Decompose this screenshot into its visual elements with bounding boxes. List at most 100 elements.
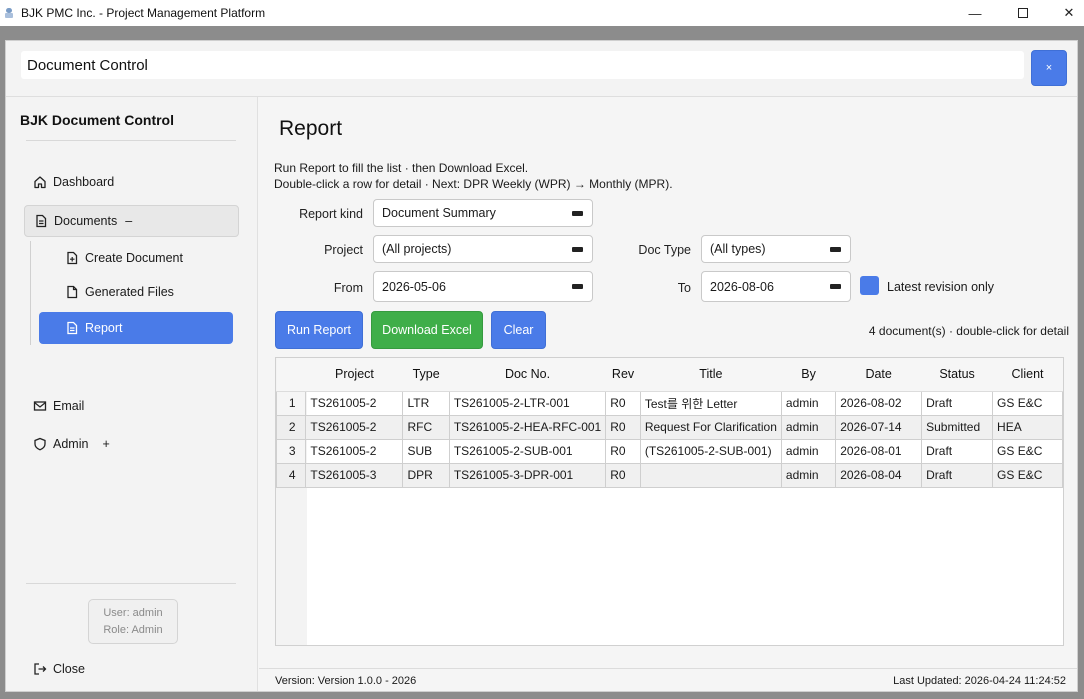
document-control-dialog: Document Control × BJK Document Control … <box>5 40 1078 692</box>
sidebar-brand: BJK Document Control <box>20 112 174 128</box>
sidebar-item-label: Email <box>53 399 85 413</box>
doc-type-select[interactable]: (All types) <box>701 235 851 263</box>
doc-type-value: (All types) <box>710 242 766 256</box>
project-value: (All projects) <box>382 242 452 256</box>
project-label: Project <box>324 243 363 257</box>
window-close-button[interactable]: ✕ <box>1046 0 1084 26</box>
column-header-status[interactable]: Status <box>921 358 993 392</box>
table-header-row: Project Type Doc No. Rev Title By Date S… <box>276 358 1063 392</box>
column-header-doc-no[interactable]: Doc No. <box>449 358 606 392</box>
cell-by: admin <box>780 438 837 464</box>
user-name: User: admin <box>103 606 163 619</box>
cell-rev: R0 <box>605 390 641 416</box>
sidebar-item-label: Admin <box>53 437 89 451</box>
close-button[interactable]: Close <box>33 662 85 676</box>
run-report-button[interactable]: Run Report <box>275 311 363 349</box>
sidebar-item-label: Generated Files <box>85 285 174 299</box>
cell-status: Draft <box>921 462 994 488</box>
dropdown-icon <box>572 247 583 252</box>
sidebar-item-documents[interactable]: Documents – <box>24 205 239 237</box>
sidebar-item-label: Create Document <box>85 251 183 265</box>
table-row[interactable]: 1 TS261005-2 LTR TS261005-2-LTR-001 R0 T… <box>276 390 1063 416</box>
column-header-client[interactable]: Client <box>992 358 1063 392</box>
document-icon <box>34 214 48 228</box>
dialog-title: Document Control <box>21 51 1024 79</box>
column-header-type[interactable]: Type <box>402 358 450 392</box>
row-number: 1 <box>276 390 307 416</box>
report-kind-select[interactable]: Document Summary <box>373 199 593 227</box>
cell-client: GS E&C <box>992 438 1063 464</box>
table-row[interactable]: 3 TS261005-2 SUB TS261005-2-SUB-001 R0 (… <box>276 438 1063 464</box>
last-updated-text: Last Updated: 2026-04-24 11:24:52 <box>893 675 1066 687</box>
dialog-close-button[interactable]: × <box>1031 50 1067 86</box>
report-table[interactable]: Project Type Doc No. Rev Title By Date S… <box>275 357 1064 646</box>
close-label: Close <box>53 662 85 676</box>
cell-type: DPR <box>402 462 450 488</box>
footer: Version: Version 1.0.0 - 2026 Last Updat… <box>259 668 1077 691</box>
cell-type: SUB <box>402 438 450 464</box>
column-header-project[interactable]: Project <box>305 358 403 392</box>
clear-button[interactable]: Clear <box>491 311 546 349</box>
cell-date: 2026-08-04 <box>835 462 923 488</box>
report-kind-label: Report kind <box>299 207 363 221</box>
from-date-picker[interactable]: 2026-05-06 <box>373 271 593 302</box>
cell-client: GS E&C <box>992 390 1063 416</box>
cell-by: admin <box>780 414 837 440</box>
cell-project: TS261005-2 <box>305 414 404 440</box>
sidebar-item-admin[interactable]: Admin + <box>33 437 110 451</box>
cell-client: HEA <box>992 414 1063 440</box>
column-header-title[interactable]: Title <box>640 358 782 392</box>
sidebar-divider <box>26 140 236 141</box>
sidebar-item-label: Report <box>85 321 123 335</box>
sidebar-item-create-document[interactable]: Create Document <box>65 251 183 265</box>
column-header-by[interactable]: By <box>781 358 836 392</box>
latest-revision-checkbox[interactable] <box>860 276 879 295</box>
help-text-line-2: Double-click a row for detail · Next: DP… <box>274 177 673 191</box>
cell-type: LTR <box>402 390 450 416</box>
submenu-guide-line <box>30 241 31 345</box>
column-header-date[interactable]: Date <box>835 358 922 392</box>
document-count: 4 document(s) · double-click for detail <box>868 324 1069 338</box>
cell-rev: R0 <box>605 414 641 440</box>
cell-project: TS261005-3 <box>305 462 404 488</box>
to-date-picker[interactable]: 2026-08-06 <box>701 271 851 302</box>
report-icon <box>65 321 79 335</box>
from-label: From <box>333 281 363 295</box>
cell-status: Submitted <box>921 414 994 440</box>
mail-icon <box>33 399 47 413</box>
download-excel-button[interactable]: Download Excel <box>371 311 483 349</box>
sidebar-item-label: Dashboard <box>53 175 115 189</box>
cell-rev: R0 <box>605 462 641 488</box>
row-number: 4 <box>276 462 307 488</box>
cell-status: Draft <box>921 438 994 464</box>
sidebar-item-email[interactable]: Email <box>33 399 84 413</box>
cell-by: admin <box>780 390 837 416</box>
table-row[interactable]: 4 TS261005-3 DPR TS261005-3-DPR-001 R0 a… <box>276 462 1063 488</box>
cell-date: 2026-08-01 <box>835 438 923 464</box>
column-header-row-number[interactable] <box>276 358 306 392</box>
version-text: Version: Version 1.0.0 - 2026 <box>275 675 417 687</box>
dialog-header: Document Control × <box>6 41 1077 97</box>
sidebar-item-generated-files[interactable]: Generated Files <box>65 285 174 299</box>
help-text-line-1: Run Report to fill the list · then Downl… <box>274 161 529 175</box>
cell-project: TS261005-2 <box>305 438 404 464</box>
expand-indicator: + <box>102 437 110 451</box>
from-date-value: 2026-05-06 <box>382 279 446 294</box>
sidebar-item-dashboard[interactable]: Dashboard <box>33 175 114 189</box>
file-icon <box>65 285 79 299</box>
maximize-button[interactable] <box>1000 0 1046 26</box>
row-number: 3 <box>276 438 307 464</box>
table-row[interactable]: 2 TS261005-2 RFC TS261005-2-HEA-RFC-001 … <box>276 414 1063 440</box>
project-select[interactable]: (All projects) <box>373 235 593 263</box>
to-label: To <box>677 281 691 295</box>
page-title: Report <box>279 117 343 140</box>
sidebar: BJK Document Control Dashboard Documents… <box>6 97 258 691</box>
cell-type: RFC <box>402 414 450 440</box>
cell-doc-no: TS261005-2-SUB-001 <box>448 438 607 464</box>
column-header-rev[interactable]: Rev <box>605 358 641 392</box>
cell-title <box>639 462 782 488</box>
minimize-button[interactable]: — <box>952 0 998 26</box>
sidebar-item-report[interactable]: Report <box>39 312 233 344</box>
app-icon <box>5 8 13 18</box>
sidebar-divider <box>26 583 236 584</box>
